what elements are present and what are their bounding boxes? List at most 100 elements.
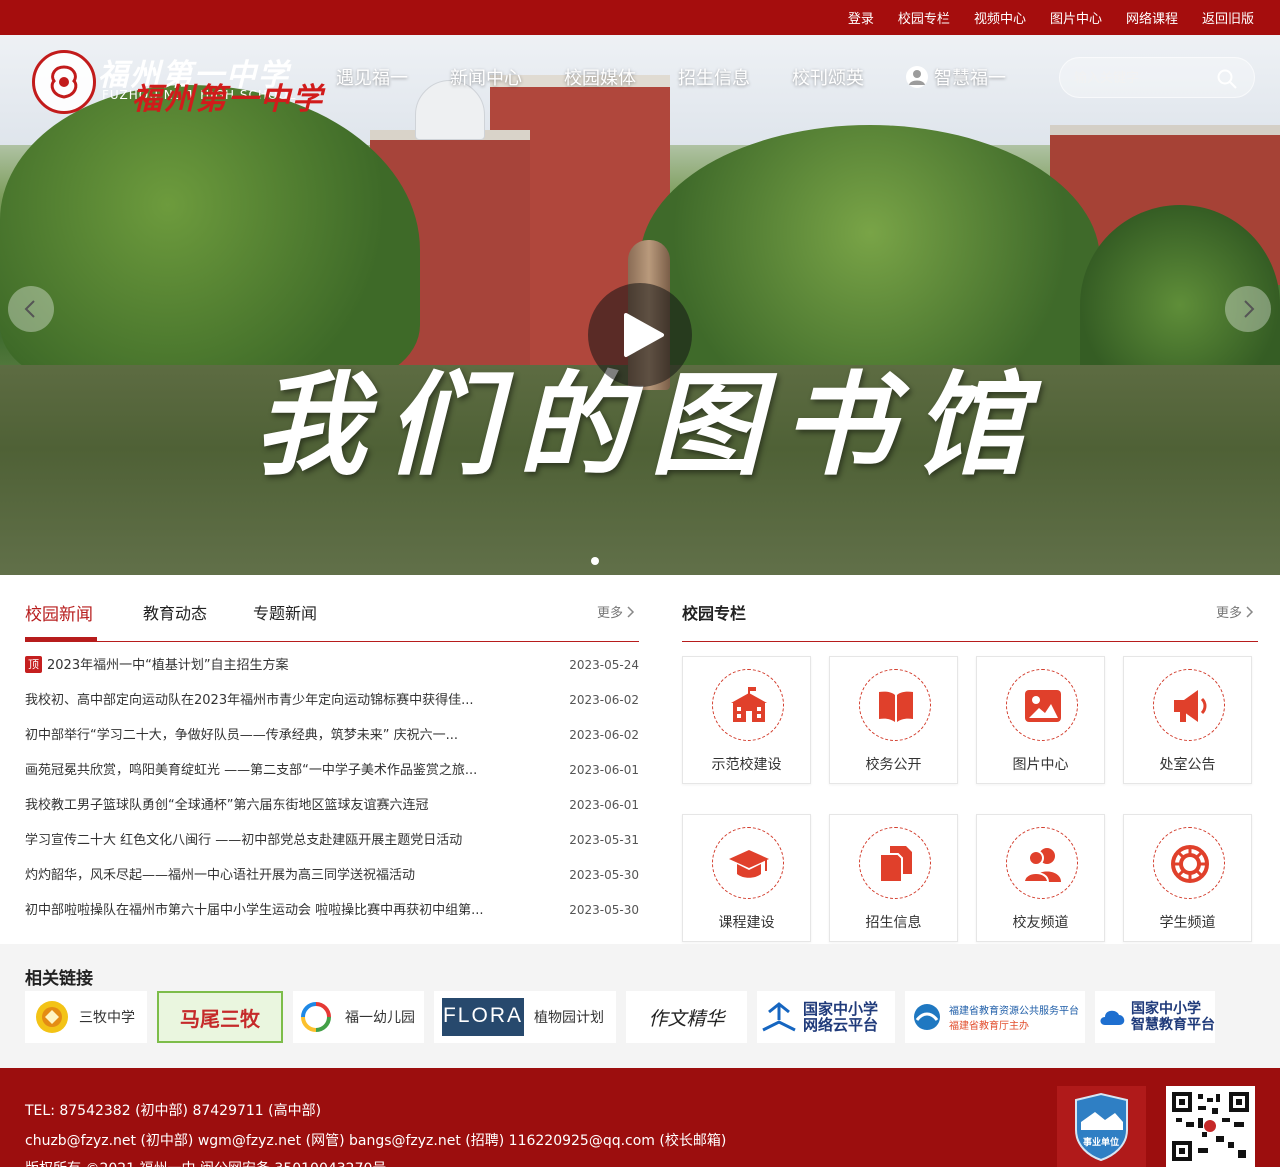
old-version-link[interactable]: 返回旧版 (1202, 8, 1254, 27)
news-more-link[interactable]: 更多 (597, 602, 635, 621)
nav-label: 智慧福一 (934, 68, 1006, 89)
picture-center-link[interactable]: 图片中心 (1050, 8, 1102, 27)
news-title: 我校初、高中部定向运动队在2023年福州市青少年定向运动锦标赛中获得佳... (25, 693, 474, 708)
card-picture-center[interactable]: 图片中心 (976, 656, 1105, 784)
nav-item-admission[interactable]: 招生信息 (678, 64, 750, 90)
link-fuyi-kindergarten[interactable]: 福一幼儿园 (293, 991, 424, 1043)
news-title: 我校教工男子篮球队勇创“全球通杯”第六届东街地区篮球友谊赛六连冠 (25, 798, 429, 813)
school-emblem-icon (32, 50, 96, 114)
documents-icon (879, 846, 912, 883)
sanmu-logo-icon (36, 1001, 68, 1033)
link-label: 三牧中学 (79, 1010, 135, 1026)
link-label: 国家中小学 网络云平台 (803, 1001, 878, 1033)
chevron-left-icon (24, 300, 35, 318)
video-center-link[interactable]: 视频中心 (974, 8, 1026, 27)
news-item[interactable]: 灼灼韶华，风禾尽起——福州一中心语社开展为高三同学送祝福活动 2023-05-3… (25, 858, 639, 893)
campus-column-section: 校园专栏 更多 示范校建设 校务公开 图片中心 处室公告 课程建设 招生信息 校… (682, 590, 1258, 942)
news-item[interactable]: 我校初、高中部定向运动队在2023年福州市青少年定向运动锦标赛中获得佳... 2… (25, 683, 639, 718)
card-office-notice[interactable]: 处室公告 (1123, 656, 1252, 784)
link-fujian-resource-platform[interactable]: 福建省教育资源公共服务平台 福建省教育厅主办 (905, 991, 1085, 1043)
online-course-link[interactable]: 网络课程 (1126, 8, 1178, 27)
megaphone-icon (1174, 690, 1207, 722)
link-label-line: 国家中小学 (1131, 1001, 1201, 1017)
footer-emails: chuzb@fzyz.net (初中部) wgm@fzyz.net (网管) b… (25, 1133, 727, 1149)
prev-slide-button[interactable] (8, 286, 54, 332)
slide-indicator-dot[interactable] (591, 557, 599, 565)
news-date: 2023-06-02 (569, 693, 639, 707)
nav-item-smart[interactable]: 智慧福一 (906, 64, 1006, 90)
card-label: 校友频道 (1012, 915, 1069, 931)
nav-label: 招生信息 (678, 68, 750, 89)
column-title: 校园专栏 (682, 604, 747, 623)
news-item[interactable]: 我校教工男子篮球队勇创“全球通杯”第六届东街地区篮球友谊赛六连冠 2023-06… (25, 788, 639, 823)
link-label-line: 福建省教育资源公共服务平台 (949, 1006, 1079, 1017)
news-title: 2023年福州一中“植基计划”自主招生方案 (47, 658, 289, 673)
chevron-right-icon (1246, 605, 1254, 618)
footer-tel: TEL: 87542382 (初中部) 87429711 (高中部) (25, 1103, 322, 1119)
link-label: 植物园计划 (534, 1010, 604, 1026)
link-label: 国家中小学 智慧教育平台 (1131, 1001, 1215, 1033)
link-national-cloud-platform[interactable]: 国家中小学 网络云平台 (757, 991, 895, 1043)
next-slide-button[interactable] (1225, 286, 1271, 332)
column-more-link[interactable]: 更多 (1216, 602, 1254, 621)
chevron-right-icon (627, 605, 635, 618)
tab-special-news[interactable]: 专题新闻 (253, 600, 317, 624)
news-list: 顶 2023年福州一中“植基计划”自主招生方案 2023-05-24 我校初、高中… (25, 648, 639, 928)
login-link[interactable]: 登录 (848, 8, 874, 27)
related-links-title: 相关链接 (25, 969, 93, 989)
card-label: 招生信息 (865, 915, 922, 931)
link-label-line: 国家中小学 (803, 1000, 879, 1018)
news-tabs: 校园新闻 教育动态 专题新闻 更多 (25, 590, 639, 642)
card-student-channel[interactable]: 学生频道 (1123, 814, 1252, 942)
card-demo-school[interactable]: 示范校建设 (682, 656, 811, 784)
news-date: 2023-06-01 (569, 763, 639, 777)
flora-logo: FLORA (442, 998, 524, 1036)
column-header: 校园专栏 更多 (682, 590, 1258, 642)
link-label: 福一幼儿园 (345, 1010, 415, 1026)
nav-label: 遇见福一 (336, 68, 408, 89)
public-institution-badge[interactable]: 事业单位 (1057, 1086, 1146, 1167)
chevron-right-icon (1244, 300, 1255, 318)
tab-education-news[interactable]: 教育动态 (143, 600, 207, 624)
link-composition[interactable]: 作文精华 (626, 991, 747, 1043)
link-label-line: 智慧教育平台 (1131, 1017, 1215, 1033)
news-item[interactable]: 初中部举行“学习二十大，争做好队员——传承经典，筑梦未来” 庆祝六一... 20… (25, 718, 639, 753)
card-school-affairs[interactable]: 校务公开 (829, 656, 958, 784)
news-item[interactable]: 学习宣传二十大 红色文化八闽行 ——初中部党总支赴建瓯开展主题党日活动 2023… (25, 823, 639, 858)
nav-item-journal[interactable]: 校刊颂英 (792, 64, 864, 90)
top-utility-bar: 登录 校园专栏 视频中心 图片中心 网络课程 返回旧版 (0, 0, 1280, 35)
link-botanical-plan[interactable]: FLORA 植物园计划 (434, 991, 616, 1043)
search-input[interactable] (1074, 68, 1214, 88)
news-section: 校园新闻 教育动态 专题新闻 更多 顶 2023年福州一中“植基计划”自主招生方案… (25, 590, 639, 928)
smart-platform-logo-icon (1100, 1010, 1125, 1025)
video-play-button[interactable] (588, 283, 692, 387)
card-alumni-channel[interactable]: 校友频道 (976, 814, 1105, 942)
open-book-icon (879, 691, 913, 722)
school-logo[interactable]: 福州第一中学 FUZHOU No.1 HIGH SCHOOL 福州第一中学 (32, 50, 332, 120)
badge-label: 事业单位 (1083, 1138, 1120, 1148)
more-label: 更多 (596, 606, 623, 621)
news-item[interactable]: 顶 2023年福州一中“植基计划”自主招生方案 2023-05-24 (25, 648, 639, 683)
news-date: 2023-05-24 (569, 658, 639, 672)
link-label: 福建省教育资源公共服务平台 福建省教育厅主办 (949, 1002, 1079, 1032)
nav-item-meet[interactable]: 遇见福一 (336, 64, 408, 90)
card-admission-info[interactable]: 招生信息 (829, 814, 958, 942)
nav-label: 校园媒体 (564, 68, 636, 89)
nav-item-news[interactable]: 新闻中心 (450, 64, 522, 90)
news-title: 灼灼韶华，风禾尽起——福州一中心语社开展为高三同学送祝福活动 (25, 868, 416, 883)
kindergarten-logo-icon (301, 1002, 331, 1032)
nav-item-media[interactable]: 校园媒体 (564, 64, 636, 90)
link-national-smart-platform[interactable]: 国家中小学 智慧教育平台 (1095, 991, 1215, 1043)
card-label: 处室公告 (1159, 757, 1216, 773)
news-date: 2023-06-01 (569, 798, 639, 812)
tab-campus-news[interactable]: 校园新闻 (25, 600, 93, 625)
shield-icon (1075, 1092, 1128, 1162)
link-sanmu-school[interactable]: 三牧中学 (25, 991, 147, 1043)
card-course-building[interactable]: 课程建设 (682, 814, 811, 942)
news-item[interactable]: 初中部啦啦操队在福州市第六十届中小学生运动会 啦啦操比赛中再获初中组第... 2… (25, 893, 639, 928)
link-mawei-sanmu[interactable]: 马尾三牧 (157, 991, 283, 1043)
news-item[interactable]: 画苑冠冕共欣赏，鸣阳美育绽虹光 ——第二支部“一中学子美术作品鉴赏之旅... 2… (25, 753, 639, 788)
campus-column-link[interactable]: 校园专栏 (898, 8, 950, 27)
pinned-badge: 顶 (25, 656, 42, 673)
search-icon[interactable] (1216, 68, 1238, 94)
